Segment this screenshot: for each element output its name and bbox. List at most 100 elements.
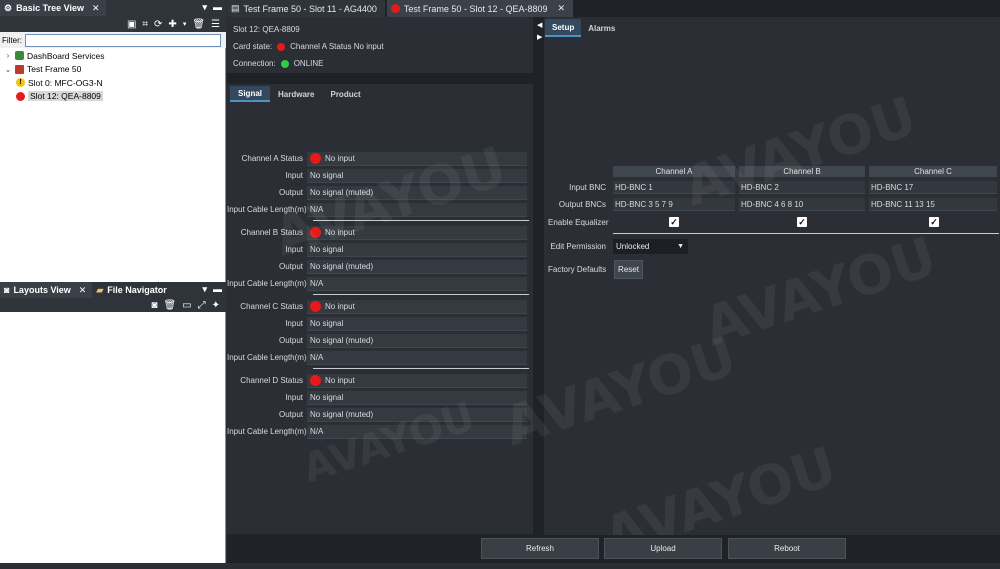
input-value: No signal — [307, 242, 527, 257]
tab-product[interactable]: Product — [322, 86, 368, 102]
tab-alarms[interactable]: Alarms — [581, 19, 622, 37]
tag-icon[interactable]: ⌗ — [142, 19, 148, 30]
left-panel: ⚙ Basic Tree View ✕ ▾ ▬ ▣ ⌗ ⟳ ✚ ▾ 🗑 ☰ Fi… — [0, 0, 226, 563]
cable-label: Input Cable Length(m) — [227, 279, 307, 288]
delete-icon[interactable]: 🗑 — [163, 300, 176, 311]
cable-value: N/A — [307, 350, 527, 365]
layouts-header: ◙ Layouts View ✕ ▰ File Navigator ▾ ▬ — [0, 282, 226, 298]
tab-basic-tree-view[interactable]: ⚙ Basic Tree View ✕ — [0, 0, 106, 16]
reboot-button[interactable]: Reboot — [728, 538, 846, 559]
input-label: Input — [285, 245, 303, 254]
channel-b-header: Channel B — [739, 166, 865, 177]
error-icon — [16, 91, 25, 101]
status-dot — [310, 300, 321, 312]
cable-label: Input Cable Length(m) — [227, 205, 307, 214]
tree-item-slot-0[interactable]: ! Slot 0: MFC-OG3-N — [0, 76, 225, 90]
collapse-right-icon[interactable]: ▶ — [537, 33, 542, 41]
close-icon[interactable]: ✕ — [557, 3, 565, 14]
channel-b-input-row: Input No signal — [227, 241, 533, 258]
cable-label: Input Cable Length(m) — [227, 353, 307, 362]
tab-slot-11[interactable]: ▤ Test Frame 50 - Slot 11 - AG4400 — [227, 0, 385, 17]
factory-defaults-label: Factory Defaults — [548, 265, 607, 274]
delete-icon[interactable]: 🗑 — [192, 19, 205, 30]
tab-layouts-view[interactable]: ◙ Layouts View ✕ — [0, 282, 93, 298]
pin-icon[interactable]: ✦ — [212, 300, 220, 311]
dropdown-icon[interactable]: ▾ — [202, 284, 207, 295]
status-value: No input — [325, 301, 355, 311]
close-icon[interactable]: ✕ — [79, 285, 87, 296]
camera-icon[interactable]: ◙ — [151, 300, 157, 311]
output-label: Output — [278, 262, 303, 271]
input-label: Input — [285, 171, 303, 180]
expand-icon[interactable]: › — [4, 51, 12, 60]
tree-item-test-frame[interactable]: ⌄ Test Frame 50 — [0, 63, 225, 77]
filter-row: Filter: — [0, 32, 226, 48]
dropdown-icon[interactable]: ▾ — [202, 2, 207, 13]
camera-icon: ◙ — [4, 285, 10, 295]
monitor-icon[interactable]: ▣ — [127, 19, 136, 30]
collapse-left-icon[interactable]: ◀ — [537, 21, 542, 29]
output-label: Output — [278, 336, 303, 345]
tab-label: Test Frame 50 - Slot 11 - AG4400 — [243, 3, 377, 14]
list-icon[interactable]: ☰ — [211, 19, 220, 30]
signal-panel: Channel A Status No input Input No signa… — [227, 102, 533, 534]
channel-d-status-row: Channel D Status No input — [227, 372, 533, 389]
frame-icon — [15, 64, 24, 74]
tree-item-dashboard-services[interactable]: › DashBoard Services — [0, 49, 225, 63]
tab-signal[interactable]: Signal — [230, 86, 271, 102]
cable-value: N/A — [307, 276, 527, 291]
add-icon[interactable]: ✚ — [168, 19, 176, 30]
tree-view-header: ⚙ Basic Tree View ✕ ▾ ▬ — [0, 0, 226, 16]
edit-permission-select[interactable]: Unlocked ▼ — [613, 239, 688, 254]
connection-label: Connection: — [233, 59, 276, 68]
status-value: No input — [325, 227, 355, 237]
enable-equalizer-label: Enable Equalizer — [548, 218, 609, 227]
tab-file-navigator[interactable]: ▰ File Navigator — [92, 282, 173, 298]
status-label: Channel C Status — [240, 302, 303, 311]
layouts-view-title: Layouts View — [13, 285, 71, 295]
slot-title: Slot 12: QEA-8809 — [233, 25, 300, 34]
output-value: No signal (muted) — [307, 407, 527, 422]
output-label: Output — [278, 188, 303, 197]
close-icon[interactable]: ✕ — [92, 3, 100, 14]
status-label: Channel A Status — [241, 154, 303, 163]
refresh-button[interactable]: Refresh — [481, 538, 599, 559]
channel-c-cable-row: Input Cable Length(m) N/A — [227, 349, 533, 366]
refresh-icon[interactable]: ⟳ — [154, 19, 162, 30]
reset-button[interactable]: Reset — [614, 260, 643, 279]
equalizer-checkbox-a[interactable]: ✓ — [669, 217, 679, 227]
divider — [313, 220, 529, 221]
add-dropdown-icon[interactable]: ▾ — [183, 20, 187, 28]
window-icon[interactable]: ▭ — [182, 300, 191, 311]
warning-icon: ! — [16, 78, 25, 88]
tab-hardware[interactable]: Hardware — [270, 86, 322, 102]
card-state-label: Card state: — [233, 42, 273, 51]
minimize-icon[interactable]: ▬ — [213, 2, 222, 13]
channel-a-header: Channel A — [613, 166, 735, 177]
cable-value: N/A — [307, 424, 527, 439]
filter-input[interactable] — [25, 33, 221, 47]
input-value: No signal — [307, 168, 527, 183]
fullscreen-icon[interactable]: ⤢ — [198, 300, 206, 311]
divider — [613, 233, 999, 234]
output-bncs-label: Output BNCs — [558, 200, 606, 209]
services-icon — [15, 51, 24, 61]
connection-dot — [280, 59, 289, 68]
tree-view-title: Basic Tree View — [16, 3, 84, 13]
status-dot — [310, 226, 321, 238]
tab-setup[interactable]: Setup — [545, 19, 582, 37]
card-info: Slot 12: QEA-8809 Card state: Channel A … — [227, 17, 533, 73]
layouts-toolbar: ◙ 🗑 ▭ ⤢ ✦ — [0, 298, 226, 312]
folder-icon: ▰ — [96, 284, 104, 295]
channel-b-output-row: Output No signal (muted) — [227, 258, 533, 275]
upload-button[interactable]: Upload — [604, 538, 722, 559]
minimize-icon[interactable]: ▬ — [213, 284, 222, 295]
tree-item-slot-12[interactable]: Slot 12: QEA-8809 — [0, 90, 225, 104]
input-label: Input — [285, 319, 303, 328]
input-value: No signal — [307, 316, 527, 331]
equalizer-checkbox-c[interactable]: ✓ — [929, 217, 939, 227]
equalizer-checkbox-b[interactable]: ✓ — [797, 217, 807, 227]
tab-slot-12[interactable]: Test Frame 50 - Slot 12 - QEA-8809 ✕ — [386, 0, 574, 17]
splitter[interactable]: ◀ ▶ — [535, 17, 544, 535]
collapse-icon[interactable]: ⌄ — [4, 65, 12, 74]
